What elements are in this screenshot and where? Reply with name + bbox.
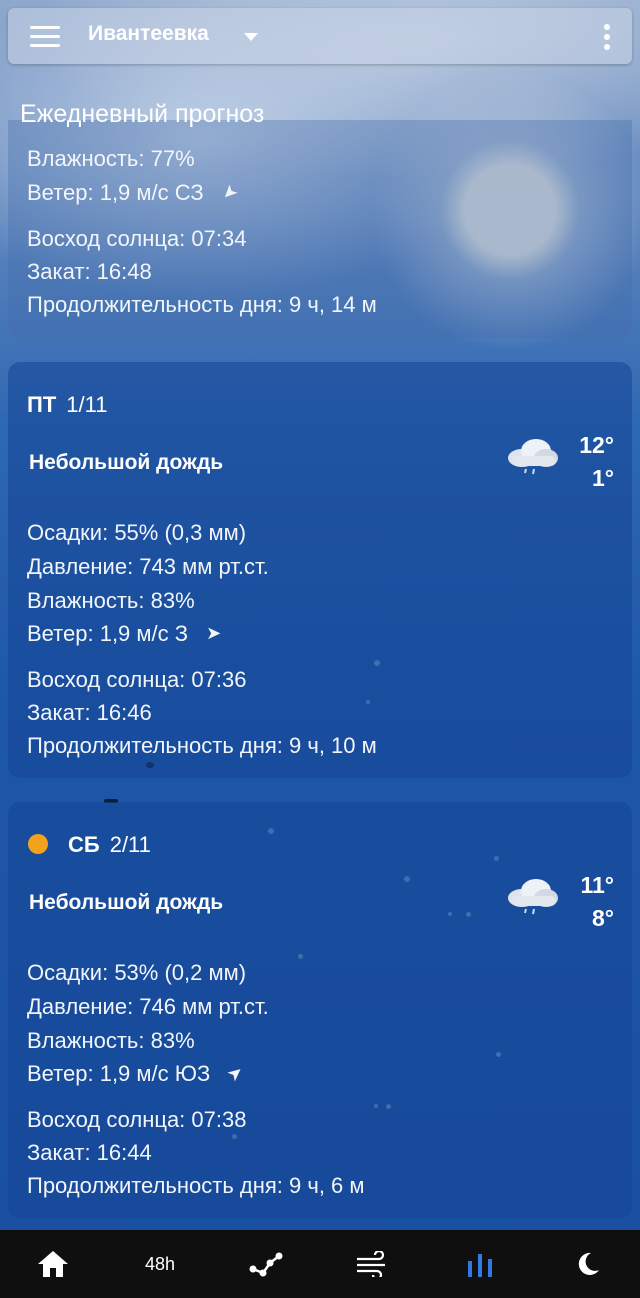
graph-icon <box>249 1252 283 1277</box>
nav-daily[interactable] <box>427 1230 533 1298</box>
nav-moon[interactable] <box>534 1230 640 1298</box>
home-icon <box>38 1251 68 1277</box>
pressure-text: Давление: 746 мм рт.ст. <box>27 994 269 1019</box>
day-length-text: Продолжительность дня: 9 ч, 10 м <box>27 733 377 758</box>
date-label: 2/11 <box>109 832 151 857</box>
sunset-text: Закат: 16:48 <box>27 259 152 284</box>
sunrise-text: Восход солнца: 07:34 <box>27 226 247 251</box>
precip-text: Осадки: 53% (0,2 мм) <box>27 960 247 985</box>
day-length-text: Продолжительность дня: 9 ч, 14 м <box>27 292 377 317</box>
humidity-text: Влажность: 83% <box>27 1028 195 1053</box>
wind-text: Ветер: 1,9 м/с СЗ <box>27 180 204 205</box>
wind-direction-icon: ➤ <box>217 180 243 206</box>
pressure-text: Давление: 743 мм рт.ст. <box>27 554 269 579</box>
top-app-bar: Ивантеевка <box>8 8 632 64</box>
wind-text: Ветер: 1,9 м/с З <box>27 621 189 646</box>
day-header: ПТ 1/11 <box>27 392 107 418</box>
wind-direction-icon: ➤ <box>223 1060 248 1086</box>
day-header: СБ 2/11 <box>68 832 151 858</box>
city-selector[interactable]: Ивантеевка <box>88 22 209 46</box>
today-marker-icon <box>28 834 48 854</box>
chevron-down-icon[interactable] <box>244 33 258 41</box>
date-label: 1/11 <box>66 392 108 417</box>
wind-row: Ветер: 1,9 м/с З ➤ <box>27 621 221 647</box>
nav-hourly-48h[interactable]: 48h <box>107 1230 213 1298</box>
day-length-text: Продолжительность дня: 9 ч, 6 м <box>27 1173 365 1198</box>
wind-text: Ветер: 1,9 м/с ЮЗ <box>27 1061 211 1086</box>
temp-low: 8° <box>592 905 614 931</box>
sunset-text: Закат: 16:44 <box>27 1140 152 1165</box>
condition-text: Небольшой дождь <box>29 451 224 474</box>
wind-icon <box>357 1251 385 1277</box>
weekday-label: СБ <box>68 832 100 857</box>
cloud-rain-icon <box>508 879 558 915</box>
weekday-label: ПТ <box>27 392 57 417</box>
nav-wind[interactable] <box>320 1230 426 1298</box>
precip-text: Осадки: 55% (0,3 мм) <box>27 520 247 545</box>
hamburger-menu-icon[interactable] <box>30 26 60 48</box>
sunset-text: Закат: 16:46 <box>27 700 152 725</box>
moon-icon <box>578 1252 599 1275</box>
temp-high: 12° <box>579 432 614 458</box>
daily-bars-icon <box>468 1254 492 1277</box>
sunrise-text: Восход солнца: 07:36 <box>27 667 247 692</box>
temp-low: 1° <box>592 465 614 491</box>
more-options-icon[interactable] <box>604 24 610 50</box>
nav-home[interactable] <box>0 1230 106 1298</box>
humidity-text: Влажность: 77% <box>27 146 195 171</box>
wind-row: Ветер: 1,9 м/с СЗ ➤ <box>27 180 242 206</box>
day-card[interactable]: ПТ 1/11 Небольшой дождь 12° 1° Осадки: 55… <box>8 362 632 778</box>
nav-graph[interactable] <box>213 1230 319 1298</box>
wind-direction-icon: ➤ <box>206 623 222 643</box>
day-card-partial[interactable]: Влажность: 77% Ветер: 1,9 м/с СЗ ➤ Восхо… <box>8 120 632 338</box>
wind-row: Ветер: 1,9 м/с ЮЗ ➤ <box>27 1061 248 1087</box>
cloud-rain-icon <box>508 439 558 475</box>
day-card[interactable]: СБ 2/11 Небольшой дождь 11° 8° Осадки: 53… <box>8 802 632 1218</box>
section-title: Ежедневный прогноз <box>20 100 265 128</box>
condition-text: Небольшой дождь <box>29 891 224 914</box>
sunrise-text: Восход солнца: 07:38 <box>27 1107 247 1132</box>
temp-high: 11° <box>580 872 614 898</box>
bottom-navigation: 48h <box>0 1230 640 1298</box>
humidity-text: Влажность: 83% <box>27 588 195 613</box>
